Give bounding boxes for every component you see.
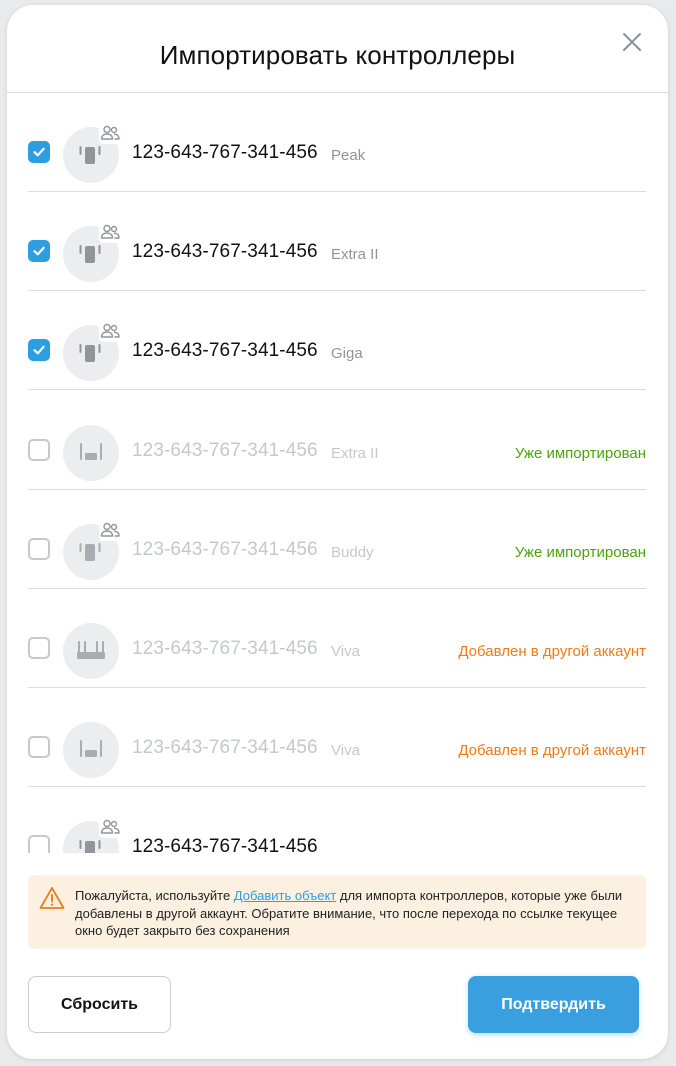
row-checkbox[interactable]	[28, 141, 50, 163]
controller-model: Extra II	[331, 444, 379, 462]
add-object-link[interactable]: Добавить объект	[234, 888, 336, 903]
router-icon	[63, 623, 119, 679]
row-checkbox[interactable]	[28, 835, 50, 853]
row-checkbox[interactable]	[28, 438, 50, 461]
dialog-title: Импортировать контроллеры	[159, 40, 516, 70]
row-status: Добавлен в другой аккаунт	[458, 742, 646, 760]
shared-users-icon	[99, 322, 121, 343]
controller-model: Extra II	[331, 246, 379, 264]
controller-serial: 123-643-767-341-456	[132, 439, 318, 461]
shared-users-icon	[99, 520, 121, 541]
controller-serial: 123-643-767-341-456	[132, 142, 318, 163]
controller-serial: 123-643-767-341-456	[132, 340, 318, 362]
controller-row[interactable]: 123-643-767-341-456 Extra II Уже импортиро…	[7, 391, 668, 490]
shared-users-icon	[99, 124, 121, 144]
controller-row[interactable]: 123-643-767-341-456 Buddy Уже импортирован	[7, 490, 668, 589]
row-checkbox[interactable]	[28, 240, 50, 263]
controller-serial: 123-643-767-341-456	[132, 638, 318, 659]
row-status: Уже импортирован	[514, 444, 646, 462]
controller-model: Buddy	[331, 543, 374, 561]
controller-model: Viva	[331, 742, 360, 760]
row-status: Уже импортирован	[514, 543, 646, 561]
dialog-header: Импортировать контроллеры	[7, 5, 668, 93]
controller-row[interactable]: 123-643-767-341-456 Viva Добавлен в другой…	[7, 589, 668, 688]
import-controllers-dialog: Импортировать контроллеры 123-643-767-34…	[7, 5, 668, 1059]
controller-serial: 123-643-767-341-456	[132, 241, 318, 263]
repeater-icon	[63, 722, 119, 779]
row-checkbox[interactable]	[28, 339, 50, 362]
warning-icon	[39, 886, 65, 915]
controller-list[interactable]: 123-643-767-341-456 Peak 123-643-767-341-4…	[7, 93, 668, 853]
notice-text: Пожалуйста, используйте Добавить объект …	[75, 887, 635, 940]
shared-users-icon	[99, 223, 121, 244]
warning-notice: Пожалуйста, используйте Добавить объект …	[28, 875, 646, 949]
notice-text-before: Пожалуйста, используйте	[75, 888, 234, 903]
controller-serial: 123-643-767-341-456	[132, 836, 318, 853]
controller-serial: 123-643-767-341-456	[132, 538, 318, 560]
controller-model: Peak	[331, 147, 366, 164]
confirm-button[interactable]: Подтвердить	[468, 976, 639, 1033]
repeater-icon	[63, 424, 119, 481]
controller-row[interactable]: 123-643-767-341-456 Giga	[7, 291, 668, 391]
controller-row[interactable]: 123-643-767-341-456 Peak	[7, 93, 668, 192]
controller-model: Viva	[331, 643, 360, 660]
controller-model: Giga	[331, 345, 363, 363]
row-status: Добавлен в другой аккаунт	[458, 643, 646, 660]
row-checkbox[interactable]	[28, 537, 50, 560]
reset-button[interactable]: Сбросить	[28, 976, 171, 1033]
shared-users-icon	[99, 818, 121, 839]
controller-row[interactable]: 123-643-767-341-456 Viva Добавлен в другой…	[7, 688, 668, 788]
close-icon[interactable]	[619, 29, 645, 55]
controller-row[interactable]: 123-643-767-341-456	[7, 787, 668, 853]
row-checkbox[interactable]	[28, 637, 50, 659]
controller-serial: 123-643-767-341-456	[132, 737, 318, 759]
controller-row[interactable]: 123-643-767-341-456 Extra II	[7, 192, 668, 292]
row-checkbox[interactable]	[28, 736, 50, 759]
